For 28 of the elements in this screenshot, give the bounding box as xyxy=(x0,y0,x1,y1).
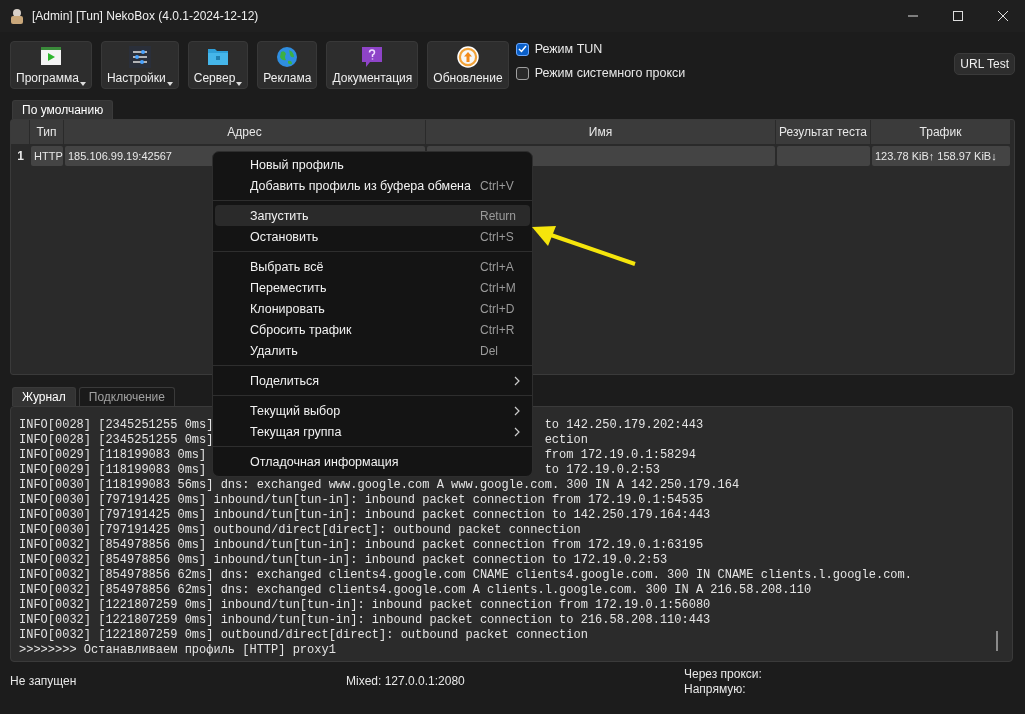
status-text: Не запущен xyxy=(10,674,78,690)
checkbox-label: Режим TUN xyxy=(534,42,603,56)
log-line: from 172.19.0.1:58294 xyxy=(544,448,696,463)
log-line: INFO[0032] [854978856 0ms] inbound/tun[tun-in]: inbound packet connection to 172.19.0.2:53 xyxy=(19,553,668,567)
log-line: INFO[0028] [2345251255 0ms] xyxy=(19,418,214,432)
log-line: >>>>>>>> Останавливаем профиль [HTTP] proxy1 xyxy=(19,643,336,657)
log-line: INFO[0030] [797191425 0ms] inbound/tun[tun-in]: inbound packet connection to 142.250.179.164:443 xyxy=(19,508,711,522)
log-line: INFO[0032] [1221807259 0ms] inbound/tun[tun-in]: inbound packet connection to 216.58.208.110:443 xyxy=(19,613,711,627)
checkbox-label: Режим системного прокси xyxy=(534,66,686,80)
log-line: INFO[0032] [1221807259 0ms] inbound/tun[tun-in]: inbound packet connection from 172.19.0.1:56080 xyxy=(19,598,711,612)
window-title: [Admin] [Tun] NekoBox (4.0.1-2024-12-12) xyxy=(32,9,260,23)
log-line: INFO[0028] [2345251255 0ms] xyxy=(19,433,214,447)
log-line: INFO[0032] [854978856 0ms] inbound/tun[tun-in]: inbound packet connection from 172.19.0.1:63195 xyxy=(19,538,704,552)
log-line: to 172.19.0.2:53 xyxy=(544,463,660,478)
log-line: ection xyxy=(544,433,588,448)
direct-traffic-label: Напрямую: xyxy=(684,682,747,696)
log-line: to 142.250.179.202:443 xyxy=(544,418,704,433)
log-line: INFO[0032] [1221807259 0ms] outbound/direct[direct]: outbound packet connection xyxy=(19,628,588,642)
proxy-traffic-label: Через прокси: xyxy=(684,667,763,681)
log-line: INFO[0030] [118199083 56ms] dns: exchanged www.google.com A www.google.com. 300 IN A 142.250.179.164 xyxy=(19,478,740,492)
log-line: INFO[0032] [854978856 62ms] dns: exchanged clients4.google.com A clients.l.google.com. 300 IN A 216.58.208.110 xyxy=(19,583,812,597)
log-line: INFO[0030] [797191425 0ms] inbound/tun[tun-in]: inbound packet connection from 172.19.0.1:54535 xyxy=(19,493,704,507)
log-line: INFO[0032] [854978856 62ms] dns: exchanged clients4.google.com CNAME clients4.google.com. 300 IN CNAME clients.l.google.com. xyxy=(19,568,912,582)
log-line: INFO[0029] [118199083 0ms] xyxy=(19,448,207,462)
log-line: INFO[0030] [797191425 0ms] outbound/direct[direct]: outbound packet connection xyxy=(19,523,581,537)
mixed-port-text: Mixed: 127.0.0.1:2080 xyxy=(346,674,466,690)
row-number: 1 xyxy=(16,148,25,165)
log-line: INFO[0029] [118199083 0ms] xyxy=(19,463,207,477)
